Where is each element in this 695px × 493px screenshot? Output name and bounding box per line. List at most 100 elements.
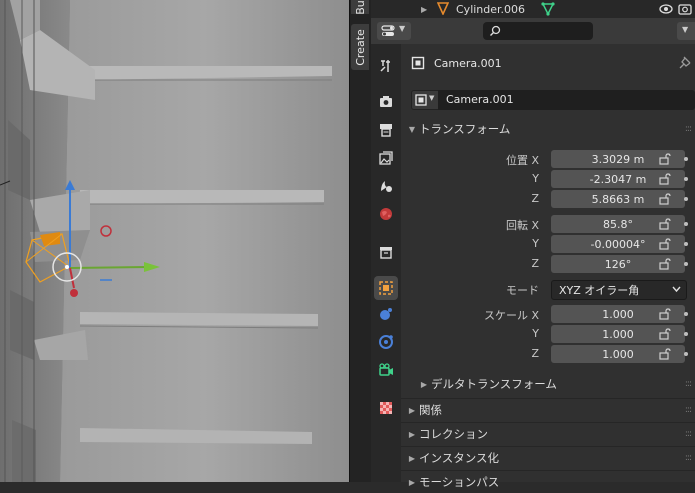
keyframe-dot-icon[interactable] (684, 197, 688, 201)
tab-world[interactable] (374, 202, 398, 226)
collapsed-arrow-icon: ▶ (408, 405, 416, 415)
scale-y-value: 1.000 (602, 327, 634, 341)
location-x-label: 位置 X (461, 152, 539, 168)
rotation-mode-label: モード (506, 284, 539, 297)
drag-handle-icon[interactable]: ::: (685, 379, 692, 389)
expand-arrow-icon[interactable]: ▶ (421, 5, 427, 14)
expanded-arrow-icon: ▼ (408, 124, 416, 134)
outliner-row[interactable]: ▶ Cylinder.006 (371, 0, 695, 18)
tab-scene[interactable] (374, 174, 398, 198)
search-input[interactable] (483, 22, 593, 40)
tab-object-data[interactable] (374, 358, 398, 382)
tab-output[interactable] (374, 118, 398, 142)
lock-icon[interactable] (659, 308, 671, 320)
keyframe-dot-icon[interactable] (684, 177, 688, 181)
tab-render[interactable] (374, 90, 398, 114)
drag-handle-icon[interactable]: ::: (685, 405, 692, 415)
collapsed-arrow-icon: ▶ (408, 453, 416, 463)
pin-icon[interactable] (679, 56, 692, 69)
drag-handle-icon[interactable]: ::: (685, 429, 692, 439)
scale-x-value: 1.000 (602, 307, 634, 321)
scale-z-label: Z (531, 347, 539, 360)
scale-label: スケール (483, 309, 528, 322)
lock-icon[interactable] (659, 328, 671, 340)
relations-panel-header[interactable]: ▶ 関係 ::: (401, 398, 695, 421)
scale-z-value: 1.000 (602, 347, 634, 361)
world-icon (380, 208, 392, 220)
lock-icon[interactable] (659, 258, 671, 270)
properties-editor: ▼ ▼ Camera.001 ▼ Camera.001 ▼ トランスフォーム:… (371, 18, 695, 489)
keyframe-dot-icon[interactable] (684, 352, 688, 356)
tab-collection[interactable] (374, 240, 398, 264)
properties-header: ▼ ▼ (371, 18, 695, 45)
axis-x-label: X (531, 219, 539, 232)
scene-icon (381, 181, 392, 192)
drag-handle-icon[interactable]: ::: (685, 124, 692, 134)
collapsed-arrow-icon: ▶ (408, 477, 416, 487)
keyframe-dot-icon[interactable] (684, 242, 688, 246)
object-name-label: Camera.001 (434, 57, 502, 70)
lock-icon[interactable] (659, 173, 671, 185)
tab-modifiers[interactable] (374, 302, 398, 326)
properties-tabs (371, 44, 401, 482)
motion-paths-title: モーションパス (419, 475, 500, 489)
camera-render-icon[interactable] (678, 3, 692, 15)
sidebar-tab-top[interactable]: Bu (351, 0, 369, 14)
object-browse-button[interactable]: ▼ (411, 90, 439, 110)
chevron-down-icon: ▼ (682, 25, 689, 34)
lock-icon[interactable] (659, 153, 671, 165)
chevron-down-icon: ▼ (429, 94, 435, 102)
collapsed-arrow-icon: ▶ (408, 429, 416, 439)
outliner-row-label: Cylinder.006 (456, 2, 526, 16)
tab-object[interactable] (374, 276, 398, 300)
lock-icon[interactable] (659, 348, 671, 360)
tool-icon (380, 60, 390, 72)
3d-viewport[interactable] (0, 0, 349, 482)
constraint-icon (379, 335, 393, 349)
tab-view-layer[interactable] (374, 146, 398, 170)
instancing-title: インスタンス化 (419, 451, 500, 465)
rotation-mode-value: XYZ オイラー角 (559, 284, 640, 297)
scale-y-label: Y (532, 327, 539, 340)
mesh-object-icon (437, 2, 449, 15)
delta-transform-header[interactable]: ▶ デルタトランスフォーム ::: (417, 373, 695, 395)
box-icon (380, 247, 392, 259)
viewport-scene (0, 0, 349, 482)
sidebar-tab-top-label: Bu (353, 0, 367, 15)
eye-icon[interactable] (659, 3, 673, 15)
drag-handle-icon[interactable]: ::: (685, 453, 692, 463)
transform-panel-header[interactable]: ▼ トランスフォーム ::: (401, 118, 695, 140)
rotation-mode-dropdown[interactable]: XYZ オイラー角 (551, 280, 687, 300)
instancing-panel-header[interactable]: ▶ インスタンス化 ::: (401, 446, 695, 469)
editor-type-button[interactable]: ▼ (377, 22, 411, 40)
lock-icon[interactable] (659, 218, 671, 230)
location-z-label: Z (531, 192, 539, 205)
relations-title: 関係 (419, 403, 442, 417)
chevron-down-icon: ▼ (399, 24, 406, 33)
rotation-x-label: 回転 X (461, 217, 539, 233)
render-icon (380, 96, 392, 107)
keyframe-dot-icon[interactable] (684, 222, 688, 226)
tab-texture[interactable] (374, 396, 398, 420)
checker-texture-icon (380, 402, 392, 414)
tab-tool[interactable] (374, 54, 398, 78)
sidebar-tab-create[interactable]: Create (351, 24, 369, 70)
keyframe-dot-icon[interactable] (684, 312, 688, 316)
chevron-down-icon (672, 286, 681, 293)
scale-x-label: スケール X (461, 307, 539, 323)
lock-icon[interactable] (659, 238, 671, 250)
options-dropdown[interactable]: ▼ (677, 22, 695, 40)
collections-panel-header[interactable]: ▶ コレクション ::: (401, 422, 695, 445)
keyframe-dot-icon[interactable] (684, 332, 688, 336)
lock-icon[interactable] (659, 193, 671, 205)
tab-constraints[interactable] (374, 330, 398, 354)
keyframe-dot-icon[interactable] (684, 157, 688, 161)
rotation-label: 回転 (505, 219, 528, 232)
object-name-field[interactable]: Camera.001 (438, 90, 695, 110)
location-z-value: 5.8663 m (591, 192, 645, 206)
object-properties-panel: Camera.001 ▼ Camera.001 ▼ トランスフォーム ::: 位… (401, 44, 695, 489)
keyframe-dot-icon[interactable] (684, 262, 688, 266)
axis-x-label: X (531, 309, 539, 322)
delta-transform-title: デルタトランスフォーム (431, 377, 557, 391)
properties-editor-icon (381, 25, 395, 36)
